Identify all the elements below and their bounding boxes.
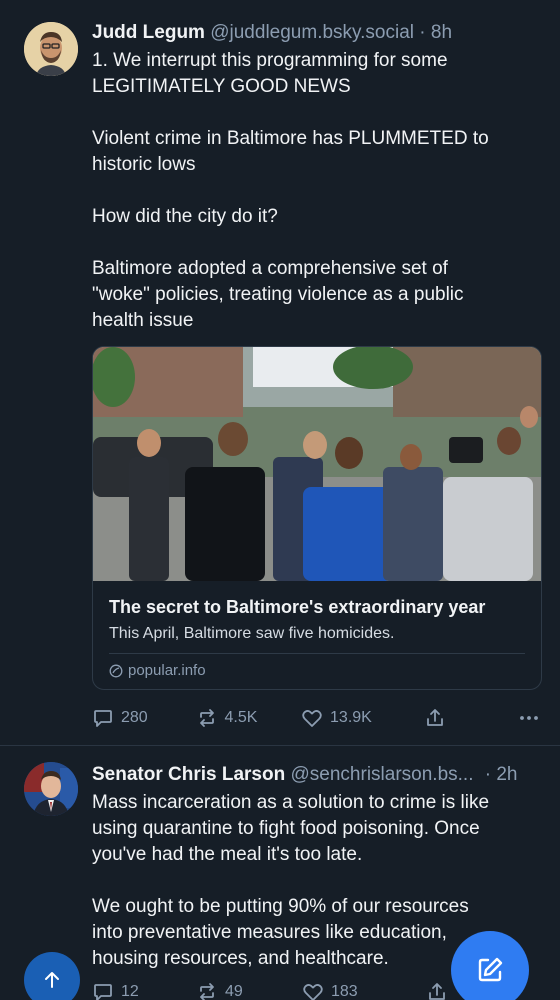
ellipsis-icon	[520, 716, 538, 720]
post-time[interactable]: 8h	[431, 22, 452, 43]
author-name[interactable]: Judd Legum	[92, 22, 205, 43]
scroll-to-top-button[interactable]	[24, 952, 80, 1000]
post-paragraph: Mass incarceration as a solution to crim…	[92, 792, 490, 865]
share-upload-icon	[429, 983, 445, 1000]
repost-count: 49	[225, 983, 243, 1000]
post-paragraph: 1. We interrupt this programming for som…	[92, 50, 448, 97]
link-card-domain-text: popular.info	[128, 662, 206, 679]
post-paragraph: Violent crime in Baltimore has PLUMMETED…	[92, 128, 489, 175]
reply-count: 280	[121, 709, 148, 726]
repost-count: 4.5K	[224, 709, 258, 726]
post[interactable]: Judd Legum @juddlegum.bsky.social · 8h 1…	[0, 0, 560, 746]
post-header: Judd Legum @juddlegum.bsky.social · 8h	[92, 20, 540, 46]
share-upload-icon	[427, 709, 444, 726]
separator: ·	[419, 22, 426, 43]
link-card-description: This April, Baltimore saw five homicides…	[109, 625, 395, 642]
post-paragraph: Baltimore adopted a comprehensive set of…	[92, 258, 464, 331]
post-text: 1. We interrupt this programming for som…	[92, 48, 540, 334]
like-count: 183	[331, 983, 358, 1000]
compose-pencil-icon	[478, 957, 503, 982]
avatar[interactable]	[24, 762, 78, 816]
repost-arrows-icon	[199, 709, 214, 727]
author-name[interactable]: Senator Chris Larson	[92, 764, 285, 785]
like-button[interactable]: 13.9K	[301, 707, 424, 729]
post-paragraph: How did the city do it?	[92, 206, 278, 227]
author-handle[interactable]: @senchrislarson.bs...	[291, 764, 474, 785]
link-card-title: The secret to Baltimore's extraordinary …	[109, 597, 486, 617]
like-button[interactable]: 183	[302, 981, 426, 1000]
globe-icon	[109, 664, 123, 677]
reply-button[interactable]: 280	[92, 707, 196, 729]
compose-button[interactable]	[451, 931, 529, 1000]
reply-button[interactable]: 12	[92, 981, 196, 1000]
post-actions: 280 4.5K 13.9K	[92, 706, 540, 730]
link-card-image	[93, 347, 541, 581]
speech-bubble-icon	[94, 984, 112, 1000]
link-card-domain: popular.info	[109, 662, 525, 679]
heart-icon	[302, 710, 322, 727]
more-options-button[interactable]	[518, 707, 540, 729]
feed: Judd Legum @juddlegum.bsky.social · 8h 1…	[0, 0, 560, 1000]
post-header: Senator Chris Larson @senchrislarson.bs.…	[92, 762, 540, 788]
reply-count: 12	[121, 983, 139, 1000]
divider	[109, 653, 525, 654]
separator: ·	[484, 764, 492, 785]
arrow-up-icon	[45, 972, 59, 988]
repost-button[interactable]: 49	[196, 981, 302, 1000]
link-card[interactable]: The secret to Baltimore's extraordinary …	[92, 346, 542, 690]
speech-bubble-icon	[94, 710, 112, 727]
repost-button[interactable]: 4.5K	[196, 707, 302, 729]
post-time[interactable]: 2h	[496, 764, 517, 785]
author-handle[interactable]: @juddlegum.bsky.social	[210, 22, 414, 43]
like-count: 13.9K	[330, 709, 372, 726]
repost-arrows-icon	[200, 983, 214, 1000]
heart-icon	[303, 984, 323, 1000]
avatar[interactable]	[24, 22, 78, 76]
share-button[interactable]	[424, 707, 518, 729]
